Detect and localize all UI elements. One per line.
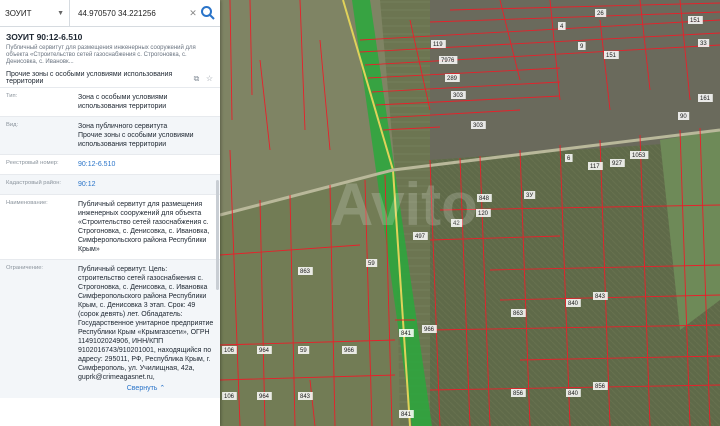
parcel-label[interactable]: 840 xyxy=(568,391,579,397)
parcel-label[interactable]: 964 xyxy=(259,348,270,354)
parcel-label[interactable]: 303 xyxy=(473,123,484,129)
cadastral-district-link[interactable]: 90:12 xyxy=(78,180,214,189)
parcel-label[interactable]: 966 xyxy=(424,327,435,333)
parcel-label[interactable]: 90 xyxy=(680,114,687,120)
parcel-label[interactable]: 151 xyxy=(690,18,701,24)
parcel-label[interactable]: 106 xyxy=(224,394,235,400)
page-title: ЗОУИТ 90:12-6.510 xyxy=(6,32,83,42)
parcel-label[interactable]: 119 xyxy=(433,42,443,48)
field-label: Наименование: xyxy=(6,200,48,206)
parcel-label[interactable]: 26 xyxy=(597,11,604,17)
parcel-label[interactable]: 856 xyxy=(513,391,524,397)
parcel-label[interactable]: 1053 xyxy=(632,153,646,159)
parcel-label[interactable]: 964 xyxy=(259,394,270,400)
search-input[interactable]: 44.970570 34.221256 xyxy=(70,9,186,18)
field-row-type: Тип: Зона с особыми условиями использова… xyxy=(0,87,220,116)
card-subtitle: Публичный сервитут для размещения инжене… xyxy=(6,45,196,65)
parcel-label[interactable]: 289 xyxy=(447,76,458,82)
parcel-label[interactable]: 303 xyxy=(453,93,464,99)
parcel-label[interactable]: 966 xyxy=(344,348,355,354)
parcel-label[interactable]: 841 xyxy=(401,412,412,418)
parcel-label[interactable]: 33 xyxy=(700,41,707,47)
search-icon[interactable] xyxy=(200,5,216,21)
parcel-label[interactable]: 863 xyxy=(300,269,311,275)
watermark: Avito xyxy=(330,171,478,238)
parcel-label[interactable]: 863 xyxy=(513,311,524,317)
field-row-kind: Вид: Зона публичного сервитута Прочие зо… xyxy=(0,116,220,154)
field-value-restriction: Публичный сервитут. Цель: строительство … xyxy=(78,265,214,393)
parcel-label[interactable]: 848 xyxy=(479,196,490,202)
info-panel: ЗОУИТ ▼ 44.970570 34.221256 ✕ ЗОУИТ 90:1… xyxy=(0,0,220,426)
field-row-registry-number: Реестровый номер: 90:12-6.510 xyxy=(0,154,220,174)
field-label: Кадастровый район: xyxy=(6,180,62,186)
parcel-label[interactable]: 841 xyxy=(401,331,412,337)
parcel-label[interactable]: 7976 xyxy=(441,58,455,64)
field-label: Вид: xyxy=(6,122,19,128)
parcel-label[interactable]: 161 xyxy=(700,96,711,102)
field-label: Реестровый номер: xyxy=(6,160,59,166)
parcel-label[interactable]: 59 xyxy=(300,348,307,354)
field-row-cadastral-district: Кадастровый район: 90:12 xyxy=(0,174,220,194)
field-label: Ограничение: xyxy=(6,265,44,271)
field-value: Зона с особыми условиями использования т… xyxy=(78,94,168,110)
zone-category: Прочие зоны с особыми условиями использо… xyxy=(6,71,173,85)
field-value: Зона публичного сервитута Прочие зоны с … xyxy=(78,123,194,148)
parcel-label[interactable]: 106 xyxy=(224,348,235,354)
parcel-label[interactable]: 120 xyxy=(478,211,489,217)
parcel-label[interactable]: 856 xyxy=(595,384,606,390)
scrollbar[interactable] xyxy=(216,180,219,290)
parcel-label[interactable]: 117 xyxy=(590,164,600,170)
field-row-name: Наименование: Публичный сервитут для раз… xyxy=(0,194,220,259)
field-value: Публичный сервитут для размещения инжене… xyxy=(78,201,210,253)
parcel-label[interactable]: 151 xyxy=(606,53,617,59)
card-header: ЗОУИТ 90:12-6.510 Публичный сервитут для… xyxy=(0,27,220,87)
restriction-text: Публичный сервитут. Цель: строительство … xyxy=(78,266,214,381)
parcel-label[interactable]: 927 xyxy=(612,161,623,167)
field-label: Тип: xyxy=(6,93,18,99)
parcel-label[interactable]: 840 xyxy=(568,301,579,307)
favorite-star-icon[interactable]: ☆ xyxy=(205,74,214,83)
parcel-label[interactable]: 843 xyxy=(595,294,606,300)
parcel-label[interactable]: 3У xyxy=(526,193,533,199)
registry-number-link[interactable]: 90:12-6.510 xyxy=(78,160,214,169)
search-bar: ЗОУИТ ▼ 44.970570 34.221256 ✕ xyxy=(0,0,220,27)
field-row-restriction: Ограничение: Публичный сервитут. Цель: с… xyxy=(0,259,220,398)
copy-icon[interactable]: ⧉ xyxy=(192,74,201,83)
zone-type-select[interactable]: ЗОУИТ ▼ xyxy=(0,0,70,26)
parcel-label[interactable]: 843 xyxy=(300,394,311,400)
clear-icon[interactable]: ✕ xyxy=(186,8,200,19)
parcel-label[interactable]: 59 xyxy=(368,261,375,267)
chevron-down-icon: ▼ xyxy=(57,9,64,17)
zone-type-label: ЗОУИТ xyxy=(5,8,32,18)
collapse-link[interactable]: Свернуть ⌃ xyxy=(78,384,214,393)
